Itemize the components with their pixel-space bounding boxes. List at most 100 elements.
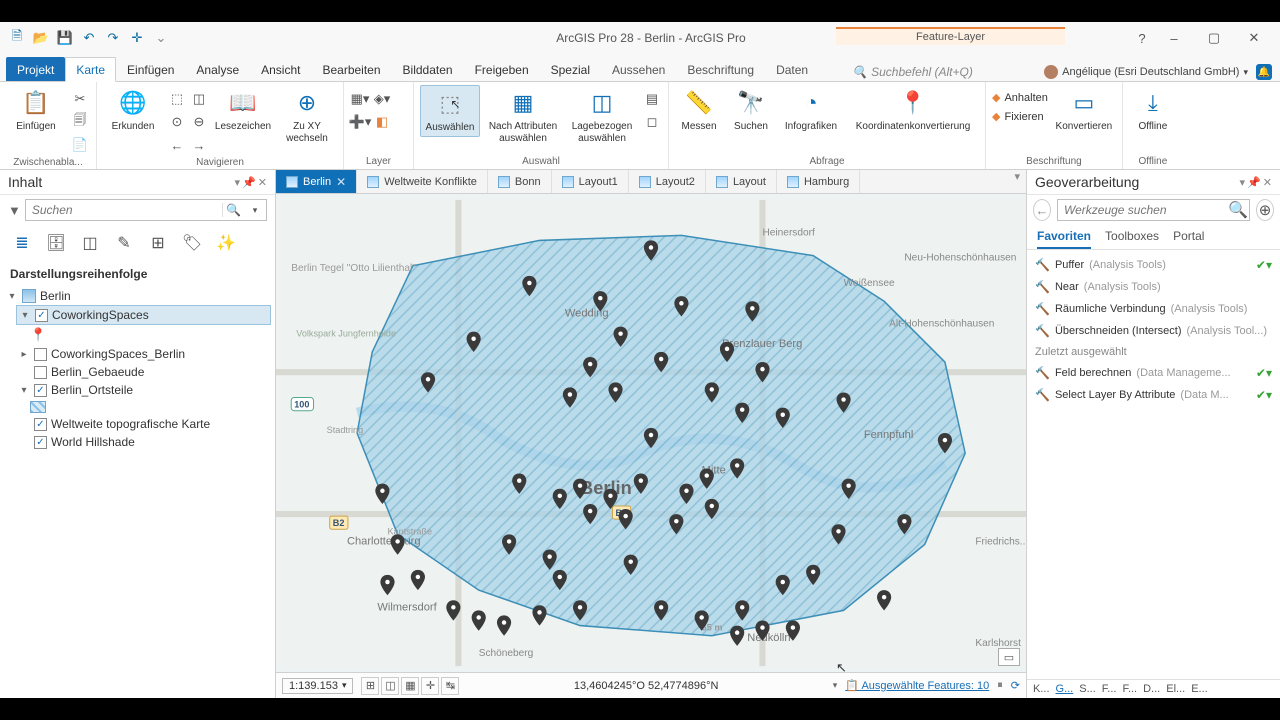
docked-tab[interactable]: F... — [1122, 683, 1137, 695]
bookmarks-button[interactable]: 📖 Lesezeichen — [213, 85, 273, 133]
checkbox-icon[interactable]: ✓ — [34, 436, 47, 449]
search-icon[interactable]: 🔍 — [1227, 200, 1249, 220]
gp-tab-toolboxes[interactable]: Toolboxes — [1105, 229, 1159, 249]
pin-icon[interactable]: 📌 — [242, 176, 256, 189]
pin-icon[interactable]: 📌 — [1247, 176, 1261, 189]
gp-search-input[interactable] — [1058, 203, 1227, 217]
contents-search-input[interactable] — [26, 203, 222, 217]
tab-beschriftung[interactable]: Beschriftung — [676, 57, 765, 81]
freeze-labels[interactable]: ◆Fixieren — [992, 110, 1048, 123]
gp-tool-spatialjoin[interactable]: 🔨Räumliche Verbindung (Analysis Tools) — [1033, 298, 1274, 320]
add-preset-icon[interactable]: ➕▾ — [350, 112, 370, 132]
tab-freigeben[interactable]: Freigeben — [464, 57, 540, 81]
gp-search[interactable]: 🔍 — [1057, 199, 1250, 221]
docked-tab[interactable]: D... — [1143, 683, 1160, 695]
select-button[interactable]: ⬚↖ Auswählen — [420, 85, 480, 137]
tab-einfuegen[interactable]: Einfügen — [116, 57, 185, 81]
zoom-sel-icon[interactable]: ◫ — [189, 89, 209, 109]
explore-button[interactable]: 🌐 Erkunden — [103, 85, 163, 133]
docked-tab[interactable]: S... — [1079, 683, 1096, 695]
tab-bilddaten[interactable]: Bilddaten — [392, 57, 464, 81]
view-tab-berlin[interactable]: Berlin✕ — [276, 170, 357, 193]
help-icon[interactable]: ? — [1132, 26, 1152, 50]
add-tool-icon[interactable]: ⊕ — [1256, 199, 1274, 221]
contents-search[interactable]: 🔍 ▾ — [25, 199, 267, 221]
refresh-icon[interactable]: ✛ — [128, 29, 146, 47]
cut-icon[interactable]: ✂ — [70, 89, 90, 109]
copy-icon[interactable]: 🗐 — [70, 112, 90, 132]
tab-daten[interactable]: Daten — [765, 57, 819, 81]
close-tab-icon[interactable]: ✕ — [336, 175, 346, 189]
list-by-selection-icon[interactable]: ◫ — [78, 231, 102, 255]
list-by-drawing-icon[interactable]: ≣ — [10, 231, 34, 255]
list-by-source-icon[interactable]: 🗄 — [44, 231, 68, 255]
layer-berlin-ortsteile[interactable]: ▾✓Berlin_Ortsteile — [16, 381, 271, 399]
add-graphics-icon[interactable]: ◧ — [372, 112, 392, 132]
layer-basemap-topo[interactable]: ▸✓Weltweite topografische Karte — [16, 415, 271, 433]
coords-dropdown-icon[interactable]: ▾ — [833, 680, 838, 691]
snap5-icon[interactable]: ↹ — [441, 677, 459, 695]
basemap-icon[interactable]: ▦▾ — [350, 89, 370, 109]
layer-coworkingspaces-berlin[interactable]: ▸CoworkingSpaces_Berlin — [16, 345, 271, 363]
pause-draw-icon[interactable]: ⏸ — [997, 679, 1003, 692]
gp-tool-puffer[interactable]: 🔨Puffer (Analysis Tools)✔▾ — [1033, 254, 1274, 276]
tab-spezial[interactable]: Spezial — [540, 57, 601, 81]
undo-icon[interactable]: ↶ — [80, 29, 98, 47]
list-by-editing-icon[interactable]: ✎ — [112, 231, 136, 255]
checkbox-icon[interactable] — [34, 366, 47, 379]
fixed-zoom-out-icon[interactable]: ⊖ — [189, 112, 209, 132]
qat-more-icon[interactable]: ⌄ — [152, 29, 170, 47]
snap1-icon[interactable]: ⊞ — [361, 677, 379, 695]
map-canvas[interactable]: Berlin Mitte Wedding Neukölln Wilmersdor… — [276, 194, 1026, 672]
scale-input[interactable]: 1:139.153▾ — [282, 678, 353, 694]
tab-karte[interactable]: Karte — [65, 57, 116, 82]
close-button[interactable]: ✕ — [1236, 26, 1272, 50]
select-by-location-button[interactable]: ◫ Lagebezogen auswählen — [566, 85, 638, 144]
docked-tab[interactable]: E... — [1191, 683, 1208, 695]
copy-path-icon[interactable]: 📄 — [70, 135, 90, 155]
offline-button[interactable]: ⤓ Offline — [1129, 85, 1177, 133]
snap3-icon[interactable]: ▦ — [401, 677, 419, 695]
next-extent-icon[interactable]: → — [189, 135, 209, 155]
pause-labels[interactable]: ◆Anhalten — [992, 91, 1048, 104]
user-menu[interactable]: Angélique (Esri Deutschland GmbH) ▾ — [1044, 65, 1248, 79]
docked-tab[interactable]: F... — [1102, 683, 1117, 695]
gp-tool-selectbyattr[interactable]: 🔨Select Layer By Attribute (Data M...✔▾ — [1033, 384, 1274, 406]
tab-aussehen[interactable]: Aussehen — [601, 57, 676, 81]
refresh-draw-icon[interactable]: ⟳ — [1011, 679, 1020, 692]
notifications-icon[interactable]: 🔔 — [1256, 64, 1272, 80]
checkbox-icon[interactable] — [34, 348, 47, 361]
overview-toggle-icon[interactable]: ▭ — [998, 648, 1020, 666]
minimize-button[interactable]: – — [1156, 26, 1192, 50]
view-tab-layout1[interactable]: Layout1 — [552, 170, 629, 193]
gp-tab-portal[interactable]: Portal — [1173, 229, 1204, 249]
docked-tab[interactable]: K... — [1033, 683, 1050, 695]
maximize-button[interactable]: ▢ — [1196, 26, 1232, 50]
attributes-icon[interactable]: ▤ — [642, 89, 662, 109]
full-extent-icon[interactable]: ⬚ — [167, 89, 187, 109]
command-search[interactable]: 🔍 Suchbefehl (Alt+Q) — [846, 63, 1036, 81]
gp-tool-intersect[interactable]: 🔨Überschneiden (Intersect) (Analysis Too… — [1033, 320, 1274, 342]
tab-bearbeiten[interactable]: Bearbeiten — [311, 57, 391, 81]
dropdown-icon[interactable]: ▾ — [1240, 176, 1246, 189]
fixed-zoom-in-icon[interactable]: ⊙ — [167, 112, 187, 132]
convert-labels-button[interactable]: ▭ Konvertieren — [1052, 85, 1116, 133]
view-tab-layout2[interactable]: Layout2 — [629, 170, 706, 193]
layer-hillshade[interactable]: ▸✓World Hillshade — [16, 433, 271, 451]
tab-overflow-icon[interactable]: ▾ — [1008, 170, 1026, 193]
map-node[interactable]: ▾Berlin — [4, 287, 271, 305]
tab-projekt[interactable]: Projekt — [6, 57, 65, 81]
new-project-icon[interactable]: 🗎 — [8, 29, 26, 47]
snap2-icon[interactable]: ◫ — [381, 677, 399, 695]
layer-berlin-gebaeude[interactable]: ▸Berlin_Gebaeude — [16, 363, 271, 381]
close-pane-icon[interactable]: ✕ — [258, 176, 267, 189]
gp-tool-near[interactable]: 🔨Near (Analysis Tools) — [1033, 276, 1274, 298]
tab-ansicht[interactable]: Ansicht — [250, 57, 311, 81]
layer-swatch[interactable] — [28, 399, 271, 415]
docked-tab[interactable]: G... — [1056, 683, 1074, 695]
search-icon[interactable]: 🔍 — [222, 203, 244, 217]
list-by-perf-icon[interactable]: ✨ — [214, 231, 238, 255]
list-by-snapping-icon[interactable]: ⊞ — [146, 231, 170, 255]
view-tab-konflikte[interactable]: Weltweite Konflikte — [357, 170, 488, 193]
view-tab-layout[interactable]: Layout — [706, 170, 777, 193]
